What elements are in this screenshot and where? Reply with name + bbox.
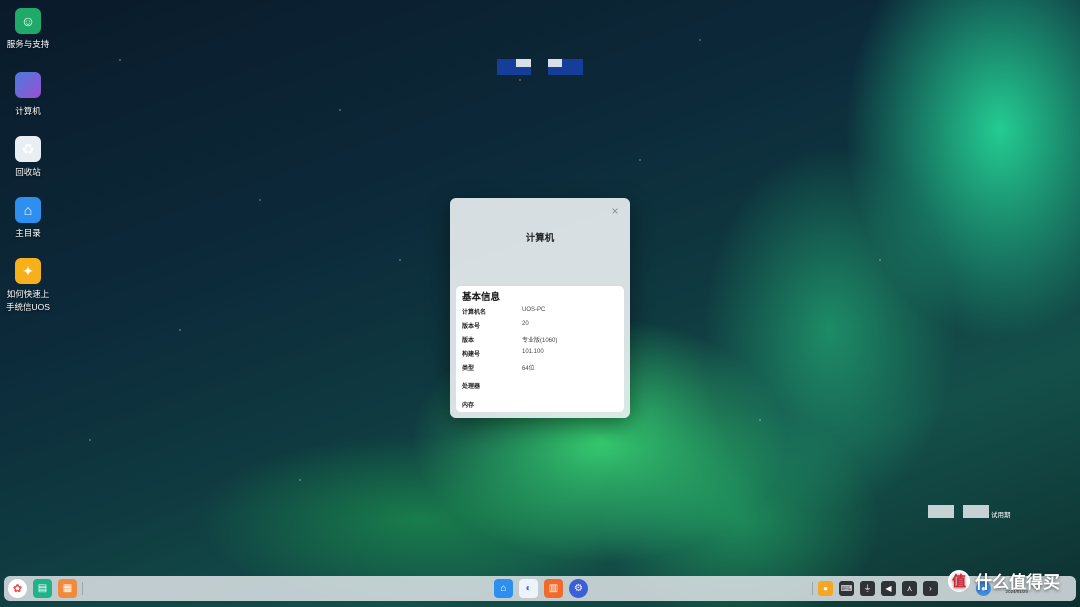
- brand-badge: 值: [948, 569, 970, 592]
- store-icon: ▦: [62, 583, 73, 594]
- browser-button[interactable]: ◐: [519, 579, 538, 598]
- store-icon: ▥: [548, 583, 559, 594]
- watermark-block: [928, 505, 954, 518]
- desktop-icon-label: 服务与支持: [6, 39, 50, 49]
- info-row: 类型 64位: [462, 363, 535, 372]
- tray-expand[interactable]: ›: [923, 581, 938, 596]
- info-key: 处理器: [462, 384, 481, 390]
- headset-icon: ☺: [15, 8, 41, 34]
- lightbulb-icon: ✦: [15, 258, 41, 284]
- trash-icon: ♻: [15, 136, 41, 162]
- home-folder-icon: ⌂: [15, 197, 41, 223]
- info-key: 计算机名: [462, 310, 487, 316]
- desktop-icon-computer[interactable]: 计算机: [0, 69, 56, 118]
- tray-volume[interactable]: ◀: [881, 581, 896, 596]
- usb-icon: ⏚: [863, 584, 872, 593]
- launcher-icon: ✿: [12, 583, 23, 595]
- network-icon: ⋏: [906, 584, 913, 593]
- folder-icon: ⌂: [500, 583, 507, 594]
- file-manager-button[interactable]: ⌂: [494, 579, 513, 598]
- computer-info-dialog: × 计算机 基本信息 计算机名 UOS-PC 版本号 20 版本 专业版(106…: [450, 198, 630, 418]
- chevron-right-icon: ›: [929, 584, 932, 593]
- info-value: 64位: [522, 366, 535, 372]
- app-store-button[interactable]: ▦: [58, 579, 77, 598]
- info-key: 类型: [462, 366, 475, 372]
- multitask-view-button[interactable]: ▤: [33, 579, 52, 598]
- info-value: 20: [522, 321, 529, 327]
- basic-info-card: 基本信息 计算机名 UOS-PC 版本号 20 版本 专业版(1060) 构建号…: [456, 286, 624, 412]
- info-row: 版本号 20: [462, 321, 529, 330]
- taskbar-divider: [812, 582, 813, 595]
- close-button[interactable]: ×: [608, 204, 622, 218]
- info-row: 版本 专业版(1060): [462, 335, 557, 344]
- info-key: 内存: [462, 403, 475, 409]
- desktop-icon-label: 主目录: [15, 228, 41, 238]
- desktop-icon-service-support[interactable]: ☺ 服务与支持: [0, 8, 56, 51]
- info-row: 计算机名 UOS-PC: [462, 307, 545, 316]
- gear-icon: ⚙: [574, 583, 583, 594]
- info-key: 构建号: [462, 352, 481, 358]
- keyboard-icon: ⌨: [840, 584, 853, 593]
- taskbar-divider: [82, 582, 83, 595]
- speaker-icon: ◀: [885, 584, 892, 593]
- info-row: 处理器: [462, 381, 522, 390]
- multitask-icon: ▤: [37, 583, 48, 594]
- desktop-icon-area: ☺ 服务与支持 计算机 ♻ 回收站 ⌂ 主目录 ✦ 如何快速上 手统信UOS: [0, 8, 56, 332]
- app-store-dock-button[interactable]: ▥: [544, 579, 563, 598]
- bell-icon: ●: [823, 584, 828, 593]
- brand-watermark: 值 什么值得买: [948, 568, 1060, 593]
- section-title: 基本信息: [462, 292, 501, 303]
- desktop-icon-quick-guide[interactable]: ✦ 如何快速上 手统信UOS: [0, 258, 56, 314]
- launcher-button[interactable]: ✿: [8, 579, 27, 598]
- info-key: 版本号: [462, 324, 481, 330]
- desktop-icon-label: 如何快速上 手统信UOS: [6, 289, 50, 312]
- info-row: 内存: [462, 400, 522, 409]
- desktop-icon-home[interactable]: ⌂ 主目录: [0, 197, 56, 240]
- info-value: 101.100: [522, 349, 544, 355]
- watermark-block: [963, 505, 989, 518]
- logo-notch: [548, 59, 562, 67]
- desktop-icon-label: 回收站: [15, 167, 41, 177]
- browser-icon: ◐: [525, 583, 532, 594]
- desktop-icon-label: 计算机: [15, 106, 41, 116]
- tray-network[interactable]: ⋏: [902, 581, 917, 596]
- tray-usb[interactable]: ⏚: [860, 581, 875, 596]
- info-key: 版本: [462, 338, 475, 344]
- info-value: UOS-PC: [522, 307, 546, 313]
- dialog-title: 计算机: [525, 233, 555, 244]
- info-row: 构建号 101.100: [462, 349, 544, 358]
- tray-keyboard[interactable]: ⌨: [839, 581, 854, 596]
- settings-button[interactable]: ⚙: [569, 579, 588, 598]
- watermark-text: 试用期: [991, 512, 1011, 519]
- taskbar: ✿ ▤ ▦ ⌂ ◐ ▥ ⚙ ● ⌨ ⏚ ◀ ⋏ › ● 2024/01/29: [4, 576, 1076, 601]
- tray-notification[interactable]: ●: [818, 581, 833, 596]
- info-value: 专业版(1060): [522, 338, 558, 344]
- monitor-icon: [15, 72, 41, 98]
- logo-notch: [516, 59, 531, 67]
- brand-text: 什么值得买: [975, 573, 1060, 592]
- desktop-icon-trash[interactable]: ♻ 回收站: [0, 136, 56, 179]
